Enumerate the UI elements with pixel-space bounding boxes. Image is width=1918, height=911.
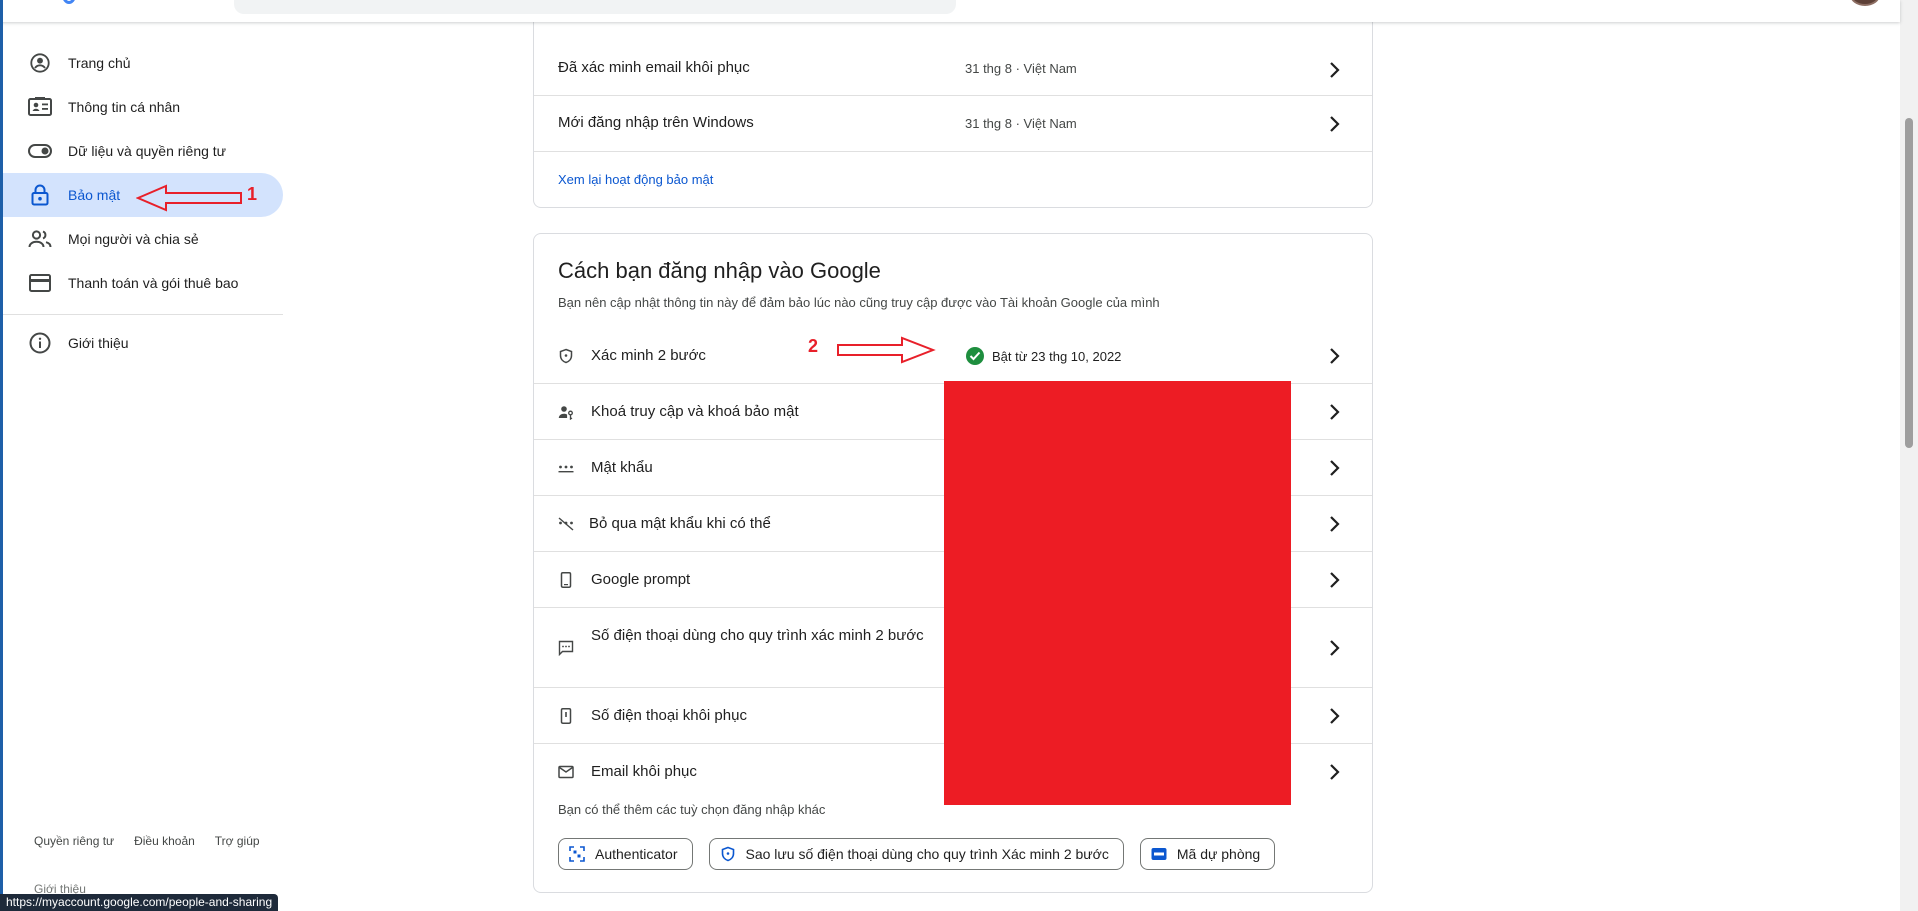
- phone-icon: [560, 572, 572, 588]
- recovery-phone-icon: [560, 708, 572, 724]
- sidebar-nav: Trang chủ Thông tin cá nhân Dữ liệu và q…: [3, 22, 285, 911]
- lock-icon: [28, 184, 52, 206]
- chip-label: Sao lưu số điện thoại dùng cho quy trình…: [745, 846, 1109, 862]
- sidebar-item-label: Thông tin cá nhân: [68, 99, 181, 115]
- privacy-link[interactable]: Quyền riêng tư: [34, 834, 114, 848]
- row-label: Mật khẩu: [591, 459, 653, 476]
- activity-row[interactable]: Mới đăng nhập trên Windows 31 thg 8 · Vi…: [534, 96, 1372, 152]
- sidebar-item-payments[interactable]: Thanh toán và gói thuê bao: [3, 261, 283, 305]
- check-circle-icon: [966, 347, 984, 365]
- annotation-number-1: 1: [247, 184, 258, 204]
- mail-icon: [558, 765, 574, 779]
- annotation-number-2: 2: [808, 336, 819, 356]
- chevron-right-icon: [1330, 460, 1340, 476]
- row-label: Email khôi phục: [591, 763, 697, 780]
- help-link[interactable]: Trợ giúp: [215, 834, 260, 848]
- google-logo[interactable]: [62, 0, 76, 4]
- scrollbar-thumb[interactable]: [1905, 118, 1913, 448]
- info-icon: [28, 332, 52, 354]
- sidebar-item-label: Dữ liệu và quyền riêng tư: [68, 143, 227, 159]
- password-dots-icon: [558, 465, 574, 473]
- chip-label: Authenticator: [595, 846, 678, 862]
- toggle-icon: [28, 140, 52, 162]
- credit-card-icon: [28, 272, 52, 294]
- backup-codes-chip[interactable]: Mã dự phòng: [1139, 838, 1276, 870]
- chevron-right-icon: [1330, 640, 1340, 656]
- avatar[interactable]: [1850, 0, 1880, 6]
- backup-codes-icon: [1151, 846, 1167, 862]
- passkey-icon: [558, 406, 573, 420]
- row-label: Số điện thoại khôi phục: [591, 707, 747, 724]
- activity-meta: 31 thg 8 · Việt Nam: [965, 61, 1077, 76]
- card-title: Cách bạn đăng nhập vào Google: [558, 258, 881, 283]
- window-border: [0, 0, 3, 911]
- chevron-right-icon: [1330, 62, 1340, 78]
- account-circle-icon: [28, 52, 52, 74]
- shield-icon: [559, 348, 573, 364]
- annotation-arrow-2: [837, 336, 936, 364]
- chevron-right-icon: [1330, 116, 1340, 132]
- people-icon: [28, 228, 52, 250]
- more-options-text: Bạn có thể thêm các tuỳ chọn đăng nhập k…: [558, 802, 826, 817]
- chip-label: Mã dự phòng: [1176, 846, 1261, 862]
- activity-meta: 31 thg 8 · Việt Nam: [965, 116, 1077, 131]
- search-bar[interactable]: [234, 0, 956, 14]
- row-label: Bỏ qua mật khẩu khi có thể: [589, 515, 771, 532]
- footer-links: Quyền riêng tư Điều khoản Trợ giúp: [34, 834, 280, 848]
- sidebar-item-data-privacy[interactable]: Dữ liệu và quyền riêng tư: [3, 129, 283, 173]
- sms-icon: [558, 640, 574, 656]
- status-url: https://myaccount.google.com/people-and-…: [0, 894, 279, 911]
- sidebar-item-label: Mọi người và chia sẻ: [68, 231, 199, 247]
- chevron-right-icon: [1330, 764, 1340, 780]
- signin-option-chips: Authenticator Sao lưu số điện thoại dùng…: [558, 838, 1291, 870]
- skip-password-icon: [558, 517, 574, 531]
- status-badge: Bật từ 23 thg 10, 2022: [966, 347, 1121, 365]
- shield-icon: [720, 846, 736, 862]
- top-app-bar: [0, 0, 1900, 22]
- sidebar-divider: [3, 314, 283, 315]
- scrollbar[interactable]: [1900, 0, 1918, 911]
- row-label: Khoá truy cập và khoá bảo mật: [591, 403, 799, 420]
- status-text: Bật từ 23 thg 10, 2022: [992, 348, 1122, 364]
- activity-label: Mới đăng nhập trên Windows: [558, 114, 754, 131]
- security-activity-card: Đã xác minh email khôi phục 31 thg 8 · V…: [533, 0, 1373, 208]
- card-subtitle: Bạn nên cập nhật thông tin này để đảm bả…: [558, 295, 1160, 310]
- row-label: Số điện thoại dùng cho quy trình xác min…: [591, 627, 924, 644]
- sidebar-item-label: Bảo mật: [68, 187, 121, 203]
- chevron-right-icon: [1330, 348, 1340, 364]
- sidebar-item-label: Thanh toán và gói thuê bao: [68, 275, 239, 291]
- backup-phone-chip[interactable]: Sao lưu số điện thoại dùng cho quy trình…: [708, 838, 1124, 870]
- authenticator-chip[interactable]: Authenticator: [558, 838, 693, 870]
- annotation-arrow-1: [136, 184, 242, 212]
- qr-scan-icon: [569, 846, 585, 862]
- sidebar-item-home[interactable]: Trang chủ: [3, 41, 283, 85]
- row-label: Google prompt: [591, 571, 691, 588]
- two-step-verification-row[interactable]: Xác minh 2 bước Bật từ 23 thg 10, 2022: [534, 328, 1372, 384]
- terms-link[interactable]: Điều khoản: [134, 834, 195, 848]
- chevron-right-icon: [1330, 404, 1340, 420]
- sidebar-item-label: Giới thiệu: [68, 335, 129, 351]
- review-security-activity-link[interactable]: Xem lại hoạt động bảo mật: [558, 172, 713, 187]
- activity-row[interactable]: Đã xác minh email khôi phục 31 thg 8 · V…: [534, 44, 1372, 96]
- sidebar-item-people-sharing[interactable]: Mọi người và chia sẻ: [3, 217, 283, 261]
- sidebar-item-label: Trang chủ: [68, 55, 131, 71]
- chevron-right-icon: [1330, 516, 1340, 532]
- row-label: Xác minh 2 bước: [591, 347, 706, 364]
- id-card-icon: [28, 96, 52, 118]
- activity-label: Đã xác minh email khôi phục: [558, 59, 750, 76]
- redaction-box: [944, 381, 1291, 805]
- sidebar-item-personal-info[interactable]: Thông tin cá nhân: [3, 85, 283, 129]
- chevron-right-icon: [1330, 708, 1340, 724]
- chevron-right-icon: [1330, 572, 1340, 588]
- sidebar-item-about[interactable]: Giới thiệu: [3, 321, 283, 365]
